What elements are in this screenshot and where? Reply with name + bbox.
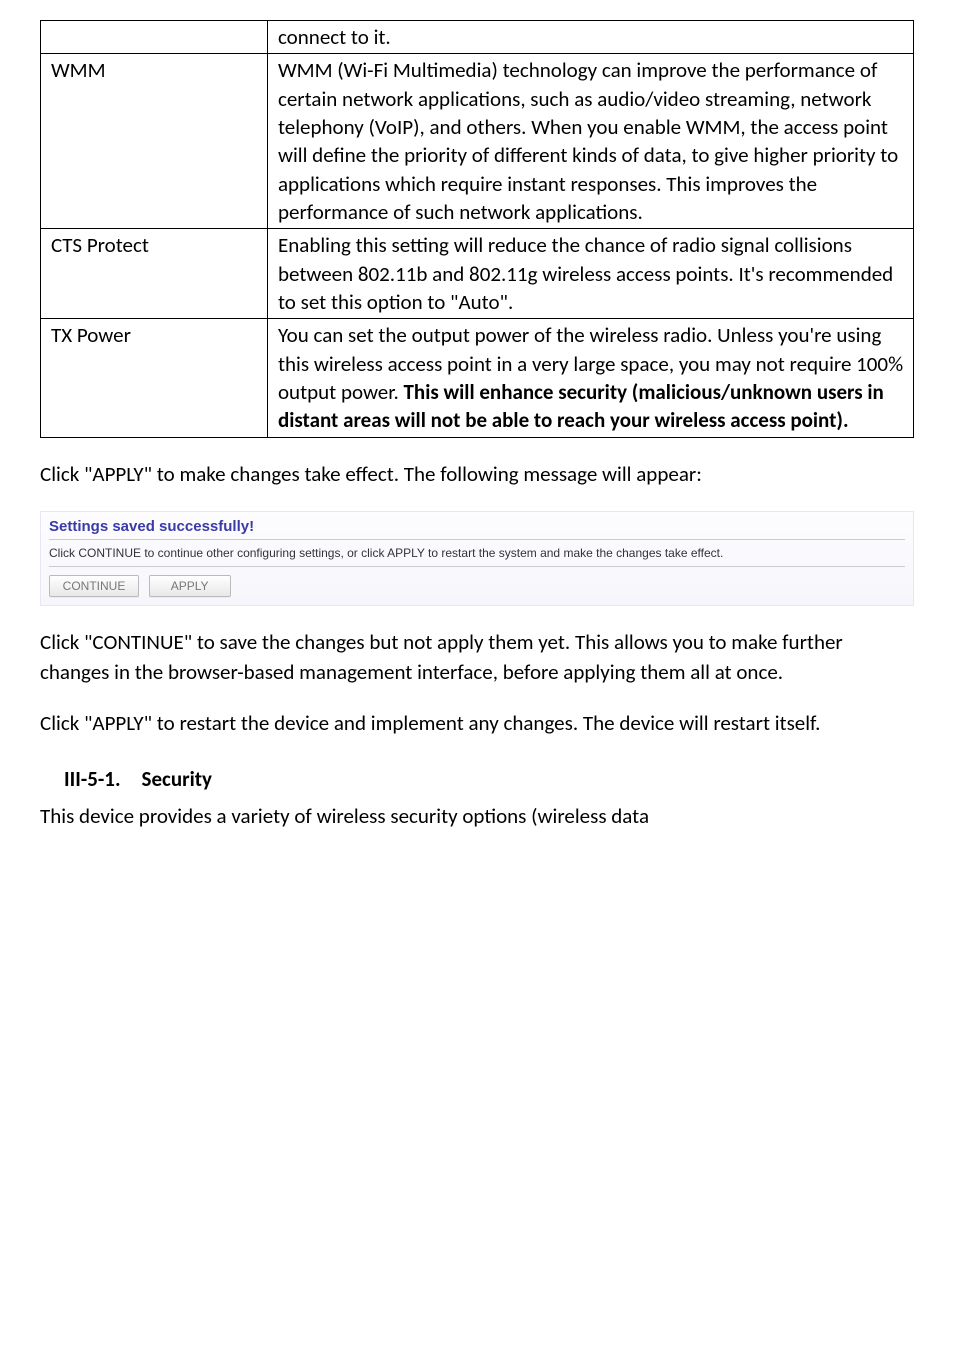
cell-cts-desc: Enabling this setting will reduce the ch… [267, 229, 913, 319]
apply-button[interactable]: APPLY [149, 575, 231, 597]
cell-empty [41, 21, 268, 54]
settings-saved-panel: Settings saved successfully! Click CONTI… [40, 511, 914, 606]
settings-table: connect to it. WMM WMM (Wi-Fi Multimedia… [40, 20, 914, 438]
cell-cts-label: CTS Protect [41, 229, 268, 319]
cell-wmm-desc: WMM (Wi-Fi Multimedia) technology can im… [267, 54, 913, 229]
paragraph-security-intro: This device provides a variety of wirele… [40, 802, 914, 831]
cell-wmm-label: WMM [41, 54, 268, 229]
section-heading-security: III-5-1. Security [64, 766, 914, 792]
cell-txpower-desc: You can set the output power of the wire… [267, 319, 913, 437]
cell-connect: connect to it. [267, 21, 913, 54]
paragraph-apply-msg: Click "APPLY" to make changes take effec… [40, 460, 914, 489]
settings-saved-message: Click CONTINUE to continue other configu… [49, 539, 905, 567]
settings-buttons-row: CONTINUE APPLY [49, 567, 905, 597]
settings-saved-title: Settings saved successfully! [49, 518, 905, 539]
paragraph-continue-explain: Click "CONTINUE" to save the changes but… [40, 628, 914, 687]
cell-txpower-label: TX Power [41, 319, 268, 437]
continue-button[interactable]: CONTINUE [49, 575, 139, 597]
paragraph-apply-explain: Click "APPLY" to restart the device and … [40, 709, 914, 738]
